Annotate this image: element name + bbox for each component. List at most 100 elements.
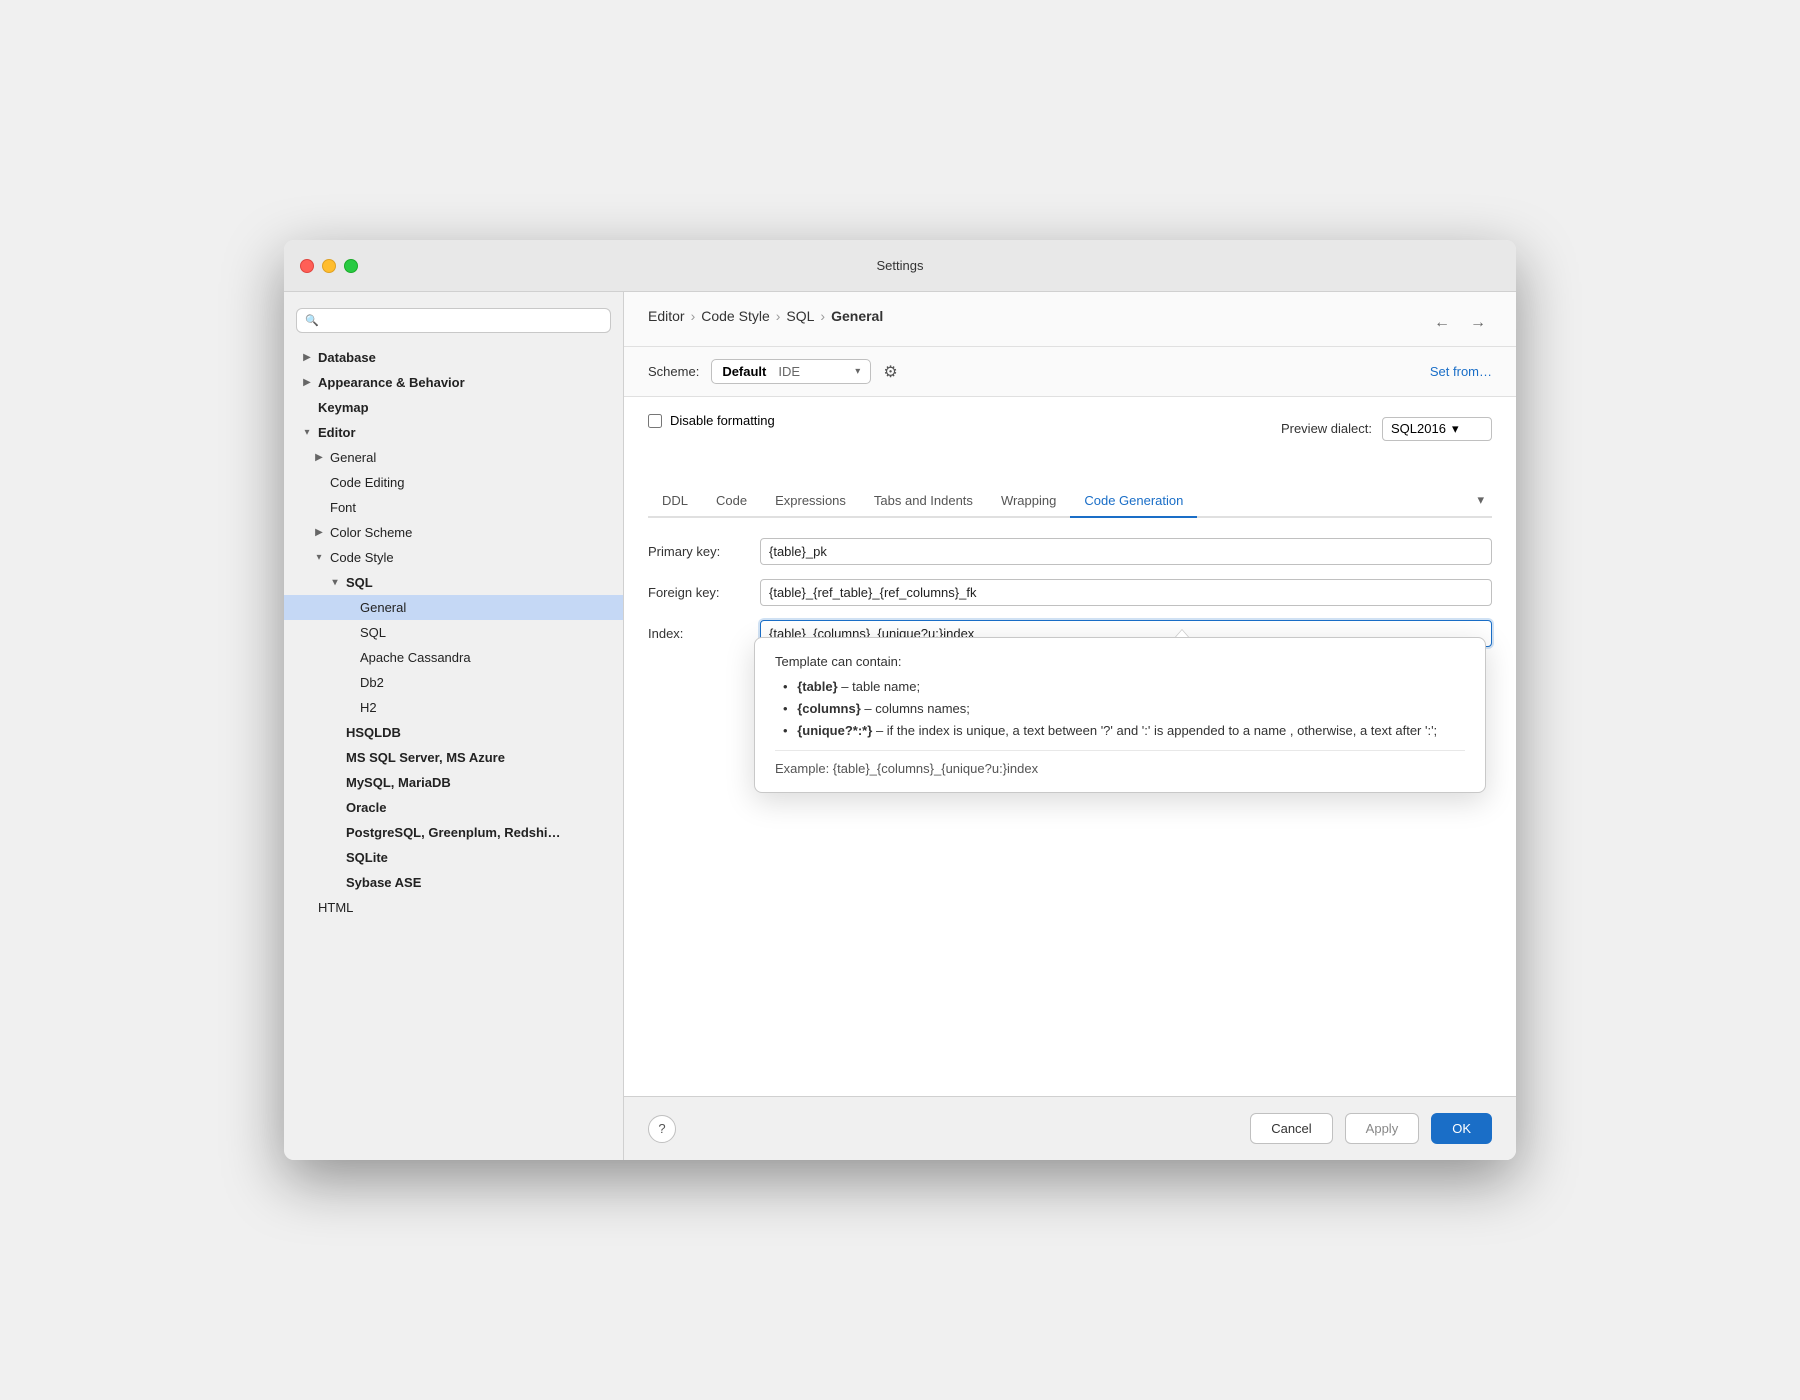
scheme-name: Default bbox=[722, 364, 766, 379]
sidebar-label: Database bbox=[318, 350, 607, 365]
sidebar-item-sqlite[interactable]: SQLite bbox=[284, 845, 623, 870]
sidebar-item-sql-sub[interactable]: SQL bbox=[284, 620, 623, 645]
sidebar-label: Font bbox=[330, 500, 607, 515]
sidebar-item-db2[interactable]: Db2 bbox=[284, 670, 623, 695]
sidebar-item-color-scheme[interactable]: ▶ Color Scheme bbox=[284, 520, 623, 545]
tooltip-item-columns: • {columns} – columns names; bbox=[775, 701, 1465, 716]
sidebar-label: SQL bbox=[360, 625, 607, 640]
back-button[interactable]: ← bbox=[1428, 312, 1456, 334]
sidebar-item-editor[interactable]: ▾ Editor bbox=[284, 420, 623, 445]
tab-tabs-indents[interactable]: Tabs and Indents bbox=[860, 485, 987, 518]
sidebar-item-general-sql[interactable]: General bbox=[284, 595, 623, 620]
forward-button[interactable]: → bbox=[1464, 312, 1492, 334]
tab-code[interactable]: Code bbox=[702, 485, 761, 518]
sidebar-item-postgres[interactable]: PostgreSQL, Greenplum, Redshi… bbox=[284, 820, 623, 845]
scheme-row: Scheme: Default IDE ▾ ⚙ Set from… bbox=[624, 347, 1516, 397]
settings-window: Settings 🔍 ▶ Database ▶ Appearance & Beh… bbox=[284, 240, 1516, 1160]
sidebar-label: H2 bbox=[360, 700, 607, 715]
scheme-dropdown[interactable]: Default IDE ▾ bbox=[711, 359, 871, 384]
primary-key-label: Primary key: bbox=[648, 544, 748, 559]
sidebar-label: SQL bbox=[346, 575, 607, 590]
sidebar-item-keymap[interactable]: Keymap bbox=[284, 395, 623, 420]
tooltip-item-unique: • {unique?*:*} – if the index is unique,… bbox=[775, 723, 1465, 738]
chevron-icon: ▶ bbox=[312, 452, 326, 463]
sidebar-item-h2[interactable]: H2 bbox=[284, 695, 623, 720]
breadcrumb-general: General bbox=[831, 308, 883, 324]
tab-wrapping[interactable]: Wrapping bbox=[987, 485, 1070, 518]
sidebar-item-sybase[interactable]: Sybase ASE bbox=[284, 870, 623, 895]
sidebar-item-mysql[interactable]: MySQL, MariaDB bbox=[284, 770, 623, 795]
sidebar-item-html[interactable]: HTML bbox=[284, 895, 623, 920]
cancel-button[interactable]: Cancel bbox=[1250, 1113, 1332, 1144]
sidebar-label: Oracle bbox=[346, 800, 607, 815]
primary-key-input[interactable] bbox=[760, 538, 1492, 565]
dialect-dropdown[interactable]: SQL2016 ▾ bbox=[1382, 417, 1492, 441]
sidebar-item-oracle[interactable]: Oracle bbox=[284, 795, 623, 820]
sidebar-item-database[interactable]: ▶ Database bbox=[284, 345, 623, 370]
chevron-down-icon: ▾ bbox=[1452, 421, 1459, 437]
preview-dialect-label: Preview dialect: bbox=[1281, 421, 1372, 436]
sidebar-label: MySQL, MariaDB bbox=[346, 775, 607, 790]
tab-expressions[interactable]: Expressions bbox=[761, 485, 860, 518]
help-button[interactable]: ? bbox=[648, 1115, 676, 1143]
close-button[interactable] bbox=[300, 259, 314, 273]
tab-code-generation[interactable]: Code Generation bbox=[1070, 485, 1197, 518]
dialect-value: SQL2016 bbox=[1391, 421, 1446, 436]
sidebar-item-hsqldb[interactable]: HSQLDB bbox=[284, 720, 623, 745]
chevron-icon: ▶ bbox=[312, 527, 326, 538]
sidebar-item-code-editing[interactable]: Code Editing bbox=[284, 470, 623, 495]
chevron-icon: ▶ bbox=[300, 377, 314, 388]
sidebar-label: Code Editing bbox=[330, 475, 607, 490]
search-wrap[interactable]: 🔍 bbox=[296, 308, 611, 333]
sidebar-item-apache[interactable]: Apache Cassandra bbox=[284, 645, 623, 670]
sidebar-label: General bbox=[360, 600, 607, 615]
apply-button[interactable]: Apply bbox=[1345, 1113, 1420, 1144]
sidebar-label: PostgreSQL, Greenplum, Redshi… bbox=[346, 825, 607, 840]
sidebar-label: Code Style bbox=[330, 550, 607, 565]
sidebar-label: Apache Cassandra bbox=[360, 650, 607, 665]
traffic-lights bbox=[300, 259, 358, 273]
index-label: Index: bbox=[648, 626, 748, 641]
gear-button[interactable]: ⚙ bbox=[883, 362, 897, 382]
sidebar-label: HSQLDB bbox=[346, 725, 607, 740]
window-title: Settings bbox=[877, 258, 924, 273]
scheme-label: Scheme: bbox=[648, 364, 699, 379]
ok-button[interactable]: OK bbox=[1431, 1113, 1492, 1144]
nav-arrows: ← → bbox=[1428, 312, 1492, 334]
main-panel: Editor › Code Style › SQL › General ← → bbox=[624, 292, 1516, 1160]
sidebar-label: Keymap bbox=[318, 400, 607, 415]
chevron-icon: ▾ bbox=[300, 427, 314, 438]
search-input[interactable] bbox=[325, 313, 602, 328]
tabs-row: DDL Code Expressions Tabs and Indents Wr… bbox=[648, 484, 1492, 518]
sidebar-item-appearance[interactable]: ▶ Appearance & Behavior bbox=[284, 370, 623, 395]
search-icon: 🔍 bbox=[305, 314, 319, 327]
foreign-key-input[interactable] bbox=[760, 579, 1492, 606]
set-from-link[interactable]: Set from… bbox=[1430, 364, 1492, 379]
search-bar: 🔍 bbox=[284, 300, 623, 341]
disable-formatting-checkbox[interactable] bbox=[648, 414, 662, 428]
primary-key-row: Primary key: bbox=[648, 538, 1492, 565]
sidebar-item-sql[interactable]: ▾ SQL bbox=[284, 570, 623, 595]
disable-formatting-label: Disable formatting bbox=[670, 413, 775, 428]
tab-ddl[interactable]: DDL bbox=[648, 485, 702, 518]
bottom-bar: ? Cancel Apply OK bbox=[624, 1096, 1516, 1160]
sidebar-label: MS SQL Server, MS Azure bbox=[346, 750, 607, 765]
main-content: 🔍 ▶ Database ▶ Appearance & Behavior Key… bbox=[284, 292, 1516, 1160]
sidebar-label: Db2 bbox=[360, 675, 607, 690]
sidebar-item-code-style[interactable]: ▾ Code Style bbox=[284, 545, 623, 570]
minimize-button[interactable] bbox=[322, 259, 336, 273]
preview-dialect-row: Preview dialect: SQL2016 ▾ bbox=[1281, 417, 1492, 441]
sidebar-item-general[interactable]: ▶ General bbox=[284, 445, 623, 470]
sidebar: 🔍 ▶ Database ▶ Appearance & Behavior Key… bbox=[284, 292, 624, 1160]
scheme-sub: IDE bbox=[778, 364, 800, 379]
sidebar-label: Editor bbox=[318, 425, 607, 440]
maximize-button[interactable] bbox=[344, 259, 358, 273]
tab-more-icon[interactable]: ▾ bbox=[1469, 484, 1492, 516]
foreign-key-label: Foreign key: bbox=[648, 585, 748, 600]
sidebar-item-mssql[interactable]: MS SQL Server, MS Azure bbox=[284, 745, 623, 770]
breadcrumb: Editor › Code Style › SQL › General bbox=[648, 308, 883, 324]
sidebar-item-font[interactable]: Font bbox=[284, 495, 623, 520]
chevron-icon: ▶ bbox=[300, 352, 314, 363]
sidebar-label: SQLite bbox=[346, 850, 607, 865]
titlebar: Settings bbox=[284, 240, 1516, 292]
